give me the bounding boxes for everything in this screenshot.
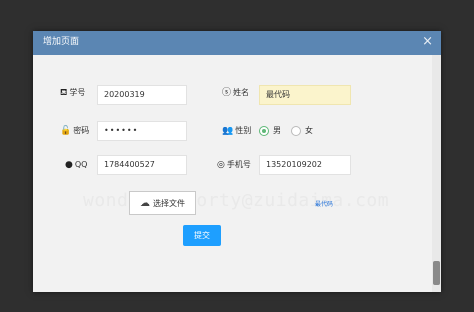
gender-option-male[interactable]: 男 — [259, 125, 281, 136]
phone-icon: ◎ — [217, 160, 225, 170]
gender-option-male-label: 男 — [273, 126, 281, 135]
user-circle-icon: ⓢ — [222, 88, 232, 98]
upload-result-link[interactable]: 最代码 — [315, 199, 333, 208]
radio-unchecked-icon — [291, 125, 301, 136]
name-label-text: 姓名 — [233, 88, 250, 97]
qq-label: ● QQ — [65, 160, 87, 170]
lock-icon: 🔓 — [60, 126, 72, 136]
phone-input[interactable]: 13520109202 — [259, 155, 351, 175]
gender-label: 👥 性别 — [222, 126, 251, 136]
gender-label-text: 性别 — [235, 126, 252, 135]
phone-label-text: 手机号 — [226, 160, 251, 169]
qq-icon: ● — [65, 160, 73, 170]
dialog-header: 增加页面 × — [33, 31, 441, 55]
form-body: ⛾ 学号 20200319 ⓢ 姓名 最代码 🔓 密码 •••••• 👥 性别 … — [33, 55, 441, 292]
password-input[interactable]: •••••• — [97, 121, 187, 141]
choose-file-label: 选择文件 — [153, 198, 185, 208]
cloud-upload-icon: ☁ — [140, 197, 150, 209]
add-page-dialog: 增加页面 × ⛾ 学号 20200319 ⓢ 姓名 最代码 🔓 密码 •••••… — [33, 31, 441, 292]
name-input[interactable]: 最代码 — [259, 85, 351, 105]
qq-input[interactable]: 1784400527 — [97, 155, 187, 175]
password-label-text: 密码 — [73, 126, 90, 135]
gender-radio-group: 男 女 — [259, 125, 313, 136]
close-icon[interactable]: × — [422, 34, 433, 50]
qq-label-text: QQ — [74, 160, 88, 169]
id-card-icon: ⛾ — [60, 88, 68, 98]
phone-label: ◎ 手机号 — [217, 160, 251, 170]
name-label: ⓢ 姓名 — [222, 88, 249, 98]
student-id-input[interactable]: 20200319 — [97, 85, 187, 105]
student-id-label-text: 学号 — [69, 88, 86, 97]
student-id-label: ⛾ 学号 — [60, 88, 85, 98]
scrollbar-thumb[interactable] — [433, 261, 440, 285]
submit-button[interactable]: 提交 — [183, 225, 221, 246]
gender-option-female[interactable]: 女 — [291, 125, 313, 136]
password-label: 🔓 密码 — [60, 126, 89, 136]
radio-checked-icon — [259, 125, 269, 136]
dialog-title: 增加页面 — [43, 37, 80, 47]
choose-file-button[interactable]: ☁ 选择文件 — [129, 191, 196, 215]
users-icon: 👥 — [222, 126, 234, 136]
gender-option-female-label: 女 — [305, 126, 313, 135]
scrollbar-track[interactable] — [432, 55, 441, 292]
